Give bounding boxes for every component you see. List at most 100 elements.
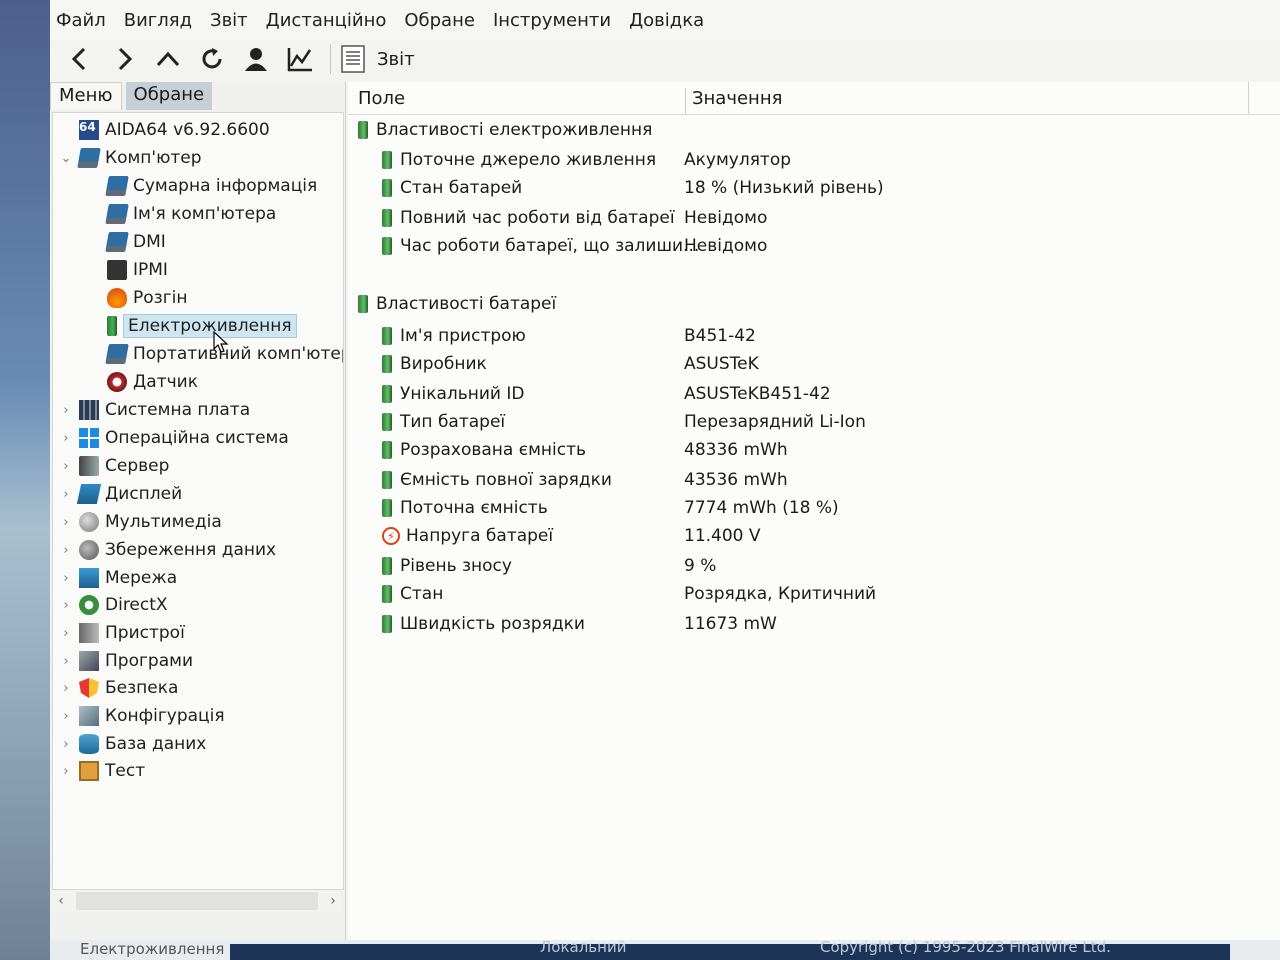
table-row[interactable]: Розрахована ємність 48336 mWh xyxy=(348,436,1280,464)
table-row[interactable]: Ємність повної зарядки 43536 mWh xyxy=(348,466,1280,494)
tree-item-label: Розгін xyxy=(133,288,188,308)
tree-item[interactable]: › Сервер xyxy=(59,453,169,479)
table-row[interactable]: Поточна ємність 7774 mWh (18 %) xyxy=(348,494,1280,522)
field-label: Поточна ємність xyxy=(400,498,548,518)
battery-icon xyxy=(382,413,392,431)
field-label: Ємність повної зарядки xyxy=(400,470,612,490)
scroll-left-icon[interactable]: ‹ xyxy=(52,893,70,909)
display-icon xyxy=(76,484,102,504)
menu-item-0[interactable]: Файл xyxy=(56,10,106,31)
tree-item[interactable]: › Програми xyxy=(59,648,193,674)
field-cell: Рівень зносу xyxy=(382,556,512,576)
tree-item[interactable]: › Системна плата xyxy=(59,397,250,423)
menu-item-4[interactable]: Обране xyxy=(404,10,475,31)
toolbar-separator xyxy=(330,44,331,74)
table-row[interactable]: Унікальний ID ASUSTeKB451-42 xyxy=(348,380,1280,408)
tree-item[interactable]: › Мережа xyxy=(59,565,177,591)
collapse-chevron-icon[interactable]: › xyxy=(59,515,73,530)
back-button[interactable] xyxy=(60,41,100,77)
collapse-chevron-icon[interactable]: › xyxy=(59,487,73,502)
tree-item[interactable]: › Конфігурація xyxy=(59,703,225,729)
collapse-chevron-icon[interactable]: › xyxy=(59,543,73,558)
tree-item[interactable]: › DirectX xyxy=(59,592,168,618)
forward-button[interactable] xyxy=(104,41,144,77)
scroll-track[interactable] xyxy=(76,892,318,910)
collapse-chevron-icon[interactable]: › xyxy=(59,403,73,418)
collapse-chevron-icon[interactable]: › xyxy=(59,654,73,669)
tree-item[interactable]: › Дисплей xyxy=(59,481,182,507)
menu-item-3[interactable]: Дистанційно xyxy=(266,10,387,31)
scroll-right-icon[interactable]: › xyxy=(324,893,342,909)
table-row[interactable]: Повний час роботи від батареї Невідомо xyxy=(348,204,1280,232)
tree-item[interactable]: Розгін xyxy=(107,285,187,311)
tree-item[interactable]: 64 AIDA64 v6.92.6600 xyxy=(59,117,270,143)
tree-item[interactable]: › Збереження даних xyxy=(59,537,276,563)
battery-icon xyxy=(382,237,392,255)
expand-chevron-icon[interactable]: ⌄ xyxy=(59,151,73,166)
table-row[interactable]: Швидкість розрядки 11673 mW xyxy=(348,610,1280,638)
tab-menu[interactable]: Меню xyxy=(50,82,122,110)
tree-item[interactable]: › Безпека xyxy=(59,675,178,701)
field-label: Напруга батареї xyxy=(406,526,554,546)
menu-item-2[interactable]: Звіт xyxy=(210,10,248,31)
up-button[interactable] xyxy=(148,41,188,77)
table-row[interactable]: Рівень зносу 9 % xyxy=(348,552,1280,580)
field-cell: Повний час роботи від батареї xyxy=(382,208,675,228)
table-row[interactable]: Стан батарей 18 % (Низький рівень) xyxy=(348,174,1280,202)
table-row[interactable]: Тип батареї Перезарядний Li-Ion xyxy=(348,408,1280,436)
menu-item-1[interactable]: Вигляд xyxy=(124,10,192,31)
battery-icon xyxy=(358,121,368,139)
group-header-row[interactable]: Властивості батареї xyxy=(348,290,1280,318)
table-row[interactable]: Стан Розрядка, Критичний xyxy=(348,580,1280,608)
table-row[interactable]: Поточне джерело живлення Акумулятор xyxy=(348,146,1280,174)
tree-item[interactable]: › Пристрої xyxy=(59,620,185,646)
collapse-chevron-icon[interactable]: › xyxy=(59,459,73,474)
collapse-chevron-icon[interactable]: › xyxy=(59,571,73,586)
shield-icon xyxy=(79,678,99,698)
tree-item-label: Системна плата xyxy=(105,400,251,420)
tab-favorites[interactable]: Обране xyxy=(125,82,213,110)
column-value-header[interactable]: Значення xyxy=(685,88,782,114)
column-field-header[interactable]: Поле xyxy=(358,88,405,109)
monitor-icon xyxy=(105,204,129,224)
user-button[interactable] xyxy=(236,41,276,77)
report-button[interactable]: Звіт xyxy=(341,45,415,73)
collapse-chevron-icon[interactable]: › xyxy=(59,626,73,641)
collapse-chevron-icon[interactable]: › xyxy=(59,598,73,613)
table-row[interactable]: Ім'я пристрою B451-42 xyxy=(348,322,1280,350)
tree-item[interactable]: Електроживлення xyxy=(107,313,297,339)
tree-item[interactable]: › Мультимедіа xyxy=(59,509,222,535)
table-row[interactable]: Виробник ASUSTeK xyxy=(348,350,1280,378)
field-cell: Властивості електроживлення xyxy=(358,120,652,140)
table-row[interactable]: ⚡ Напруга батареї 11.400 V xyxy=(348,522,1280,550)
status-strip: Локальний Copyright (c) 1995-2023 FinalW… xyxy=(230,938,1230,960)
tree-item[interactable]: Датчик xyxy=(107,369,198,395)
media-icon xyxy=(79,512,99,532)
navigation-pane: Меню Обране 64 AIDA64 v6.92.6600 ⌄ Комп'юте… xyxy=(50,82,346,940)
menu-item-6[interactable]: Довідка xyxy=(629,10,704,31)
collapse-chevron-icon[interactable]: › xyxy=(59,764,73,779)
table-row[interactable]: Час роботи батареї, що залиши... Невідомо xyxy=(348,232,1280,260)
collapse-chevron-icon[interactable]: › xyxy=(59,431,73,446)
refresh-button[interactable] xyxy=(192,41,232,77)
chart-button[interactable] xyxy=(280,41,320,77)
tree-item[interactable]: Сумарна інформація xyxy=(105,173,317,199)
tree-item[interactable]: DMI xyxy=(105,229,166,255)
tree-item[interactable]: ⌄ Комп'ютер xyxy=(59,145,202,171)
menu-item-5[interactable]: Інструменти xyxy=(493,10,611,31)
horizontal-scrollbar[interactable]: ‹ › xyxy=(52,890,342,912)
tree-item-label: Датчик xyxy=(133,372,198,392)
tree-item[interactable]: › База даних xyxy=(59,731,206,757)
collapse-chevron-icon[interactable]: › xyxy=(59,737,73,752)
app-window: Файл Вигляд Звіт Дистанційно Обране Інструмен… xyxy=(50,0,1280,960)
tree-item[interactable]: Ім'я комп'ютера xyxy=(105,201,276,227)
collapse-chevron-icon[interactable]: › xyxy=(59,709,73,724)
details-pane: Поле Значення Властивості електроживленн… xyxy=(348,82,1280,940)
field-label: Повний час роботи від батареї xyxy=(400,208,675,228)
tree-item[interactable]: › Операційна система xyxy=(59,425,289,451)
group-header-row[interactable]: Властивості електроживлення xyxy=(348,116,1280,144)
tree-item[interactable]: IPMI xyxy=(107,257,168,283)
tree-item[interactable]: › Тест xyxy=(59,758,145,784)
battery-icon xyxy=(382,441,392,459)
collapse-chevron-icon[interactable]: › xyxy=(59,681,73,696)
